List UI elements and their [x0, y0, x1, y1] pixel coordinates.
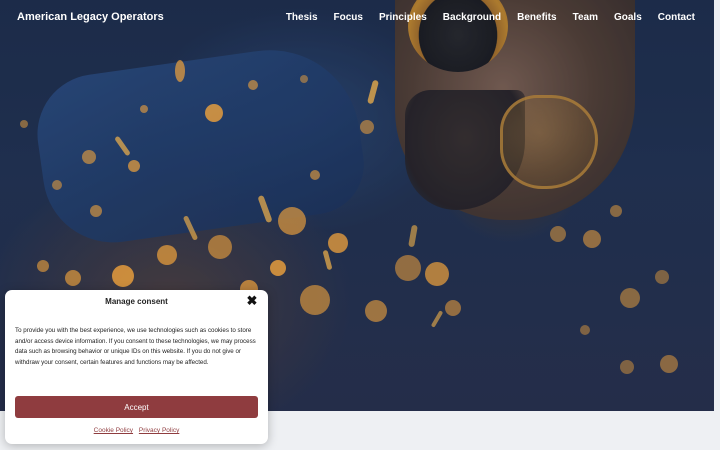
spark — [208, 235, 232, 259]
spark — [425, 262, 449, 286]
spark — [112, 265, 134, 287]
consent-title: Manage consent — [105, 297, 168, 306]
spark — [128, 160, 140, 172]
spark — [65, 270, 81, 286]
spark — [140, 105, 148, 113]
spark — [365, 300, 387, 322]
spark — [360, 120, 374, 134]
nav-item-principles[interactable]: Principles — [379, 12, 427, 23]
spark — [660, 355, 678, 373]
consent-body: To provide you with the best experience,… — [15, 327, 256, 366]
cookie-policy-link[interactable]: Cookie Policy — [94, 427, 133, 434]
close-icon[interactable]: ✖ — [245, 293, 259, 308]
spark — [445, 300, 461, 316]
consent-dialog: Manage consent ✖ To provide you with the… — [5, 290, 268, 444]
spark — [620, 288, 640, 308]
top-nav: American Legacy Operators Thesis Focus P… — [0, 0, 714, 38]
spark — [175, 60, 185, 82]
nav-item-contact[interactable]: Contact — [658, 12, 695, 23]
nav-item-goals[interactable]: Goals — [614, 12, 642, 23]
spark — [37, 260, 49, 272]
spark — [580, 325, 590, 335]
site-brand[interactable]: American Legacy Operators — [17, 11, 164, 23]
spark — [157, 245, 177, 265]
spark — [395, 255, 421, 281]
main-menu: Thesis Focus Principles Background Benef… — [286, 12, 695, 23]
privacy-policy-link[interactable]: Privacy Policy — [139, 427, 179, 434]
spark — [655, 270, 669, 284]
spark — [300, 75, 308, 83]
nav-item-team[interactable]: Team — [573, 12, 598, 23]
spark — [328, 233, 348, 253]
policy-links: Cookie Policy Privacy Policy — [5, 427, 268, 434]
spark — [278, 207, 306, 235]
nav-item-background[interactable]: Background — [443, 12, 501, 23]
spark — [620, 360, 634, 374]
spark — [90, 205, 102, 217]
spark — [310, 170, 320, 180]
spark — [270, 260, 286, 276]
spark — [300, 285, 330, 315]
spark — [205, 104, 223, 122]
spark — [248, 80, 258, 90]
nav-item-benefits[interactable]: Benefits — [517, 12, 556, 23]
spark — [583, 230, 601, 248]
spark — [20, 120, 28, 128]
spark — [550, 226, 566, 242]
spark — [82, 150, 96, 164]
spark — [610, 205, 622, 217]
nav-item-thesis[interactable]: Thesis — [286, 12, 318, 23]
spark — [52, 180, 62, 190]
accept-button[interactable]: Accept — [15, 396, 258, 418]
nav-item-focus[interactable]: Focus — [334, 12, 363, 23]
